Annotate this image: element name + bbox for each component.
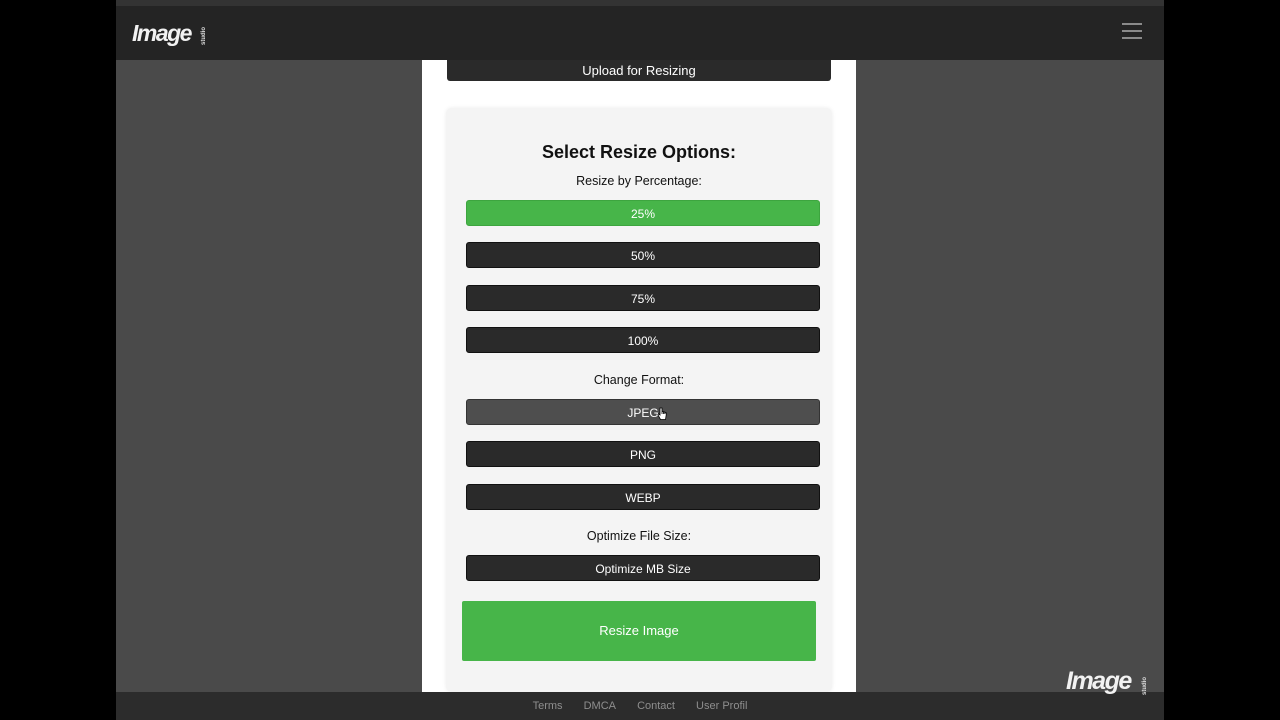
- watermark-logo-sub-text: studio: [1142, 677, 1148, 695]
- optimize-mb-size-button[interactable]: Optimize MB Size: [466, 555, 820, 581]
- percent-75-button[interactable]: 75%: [466, 285, 820, 311]
- main-panel: Upload for Resizing Select Resize Option…: [422, 60, 856, 692]
- footer-link-contact[interactable]: Contact: [637, 700, 675, 712]
- percent-50-button[interactable]: 50%: [466, 242, 820, 268]
- percent-25-button[interactable]: 25%: [466, 200, 820, 226]
- percentage-label: Resize by Percentage:: [576, 174, 702, 188]
- resize-image-button[interactable]: Resize Image: [462, 601, 816, 661]
- percent-100-button[interactable]: 100%: [466, 327, 820, 353]
- watermark-logo: Image studio: [1066, 667, 1148, 696]
- format-png-button[interactable]: PNG: [466, 441, 820, 467]
- watermark-logo-text: Image: [1066, 667, 1132, 695]
- footer-link-terms[interactable]: Terms: [533, 700, 563, 712]
- footer-link-dmca[interactable]: DMCA: [584, 700, 616, 712]
- format-webp-button[interactable]: WEBP: [466, 484, 820, 510]
- format-label: Change Format:: [593, 373, 685, 387]
- logo-text: Image: [132, 20, 192, 46]
- upload-for-resizing-button[interactable]: Upload for Resizing: [447, 60, 831, 81]
- hand-cursor-icon: [657, 407, 667, 420]
- options-title: Select Resize Options:: [541, 142, 737, 162]
- format-jpeg-button[interactable]: JPEG: [466, 399, 820, 425]
- footer: Terms DMCA Contact User Profil: [116, 692, 1164, 720]
- resize-options-card: Select Resize Options: Resize by Percent…: [446, 108, 832, 692]
- page-frame: Image studio Upload for Resizing Select …: [116, 0, 1164, 720]
- optimize-label: Optimize File Size:: [586, 529, 692, 543]
- hamburger-menu-icon[interactable]: [1122, 23, 1142, 41]
- footer-link-user-profil[interactable]: User Profil: [696, 700, 747, 712]
- site-logo[interactable]: Image studio: [132, 20, 207, 47]
- navbar: Image studio: [116, 6, 1164, 60]
- logo-sub-text: studio: [201, 27, 207, 45]
